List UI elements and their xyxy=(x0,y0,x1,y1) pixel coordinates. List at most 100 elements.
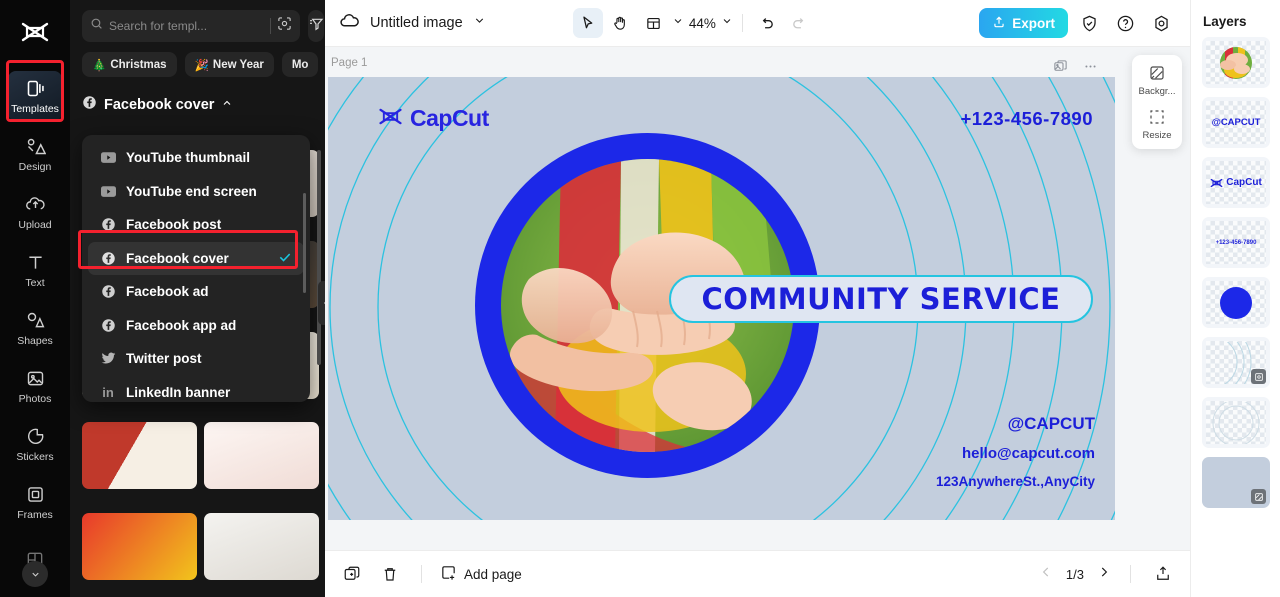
sidebar-item-design[interactable]: Design xyxy=(8,129,62,179)
settings-button[interactable] xyxy=(1146,8,1176,38)
design-handle[interactable]: @CAPCUT xyxy=(936,415,1095,432)
shield-check-icon xyxy=(1082,15,1096,31)
frames-icon xyxy=(24,484,46,506)
background-icon xyxy=(1147,63,1167,83)
zoom-level: 44% xyxy=(688,15,716,31)
design-icon xyxy=(24,136,46,158)
sidebar-item-photos[interactable]: Photos xyxy=(8,361,62,411)
template-thumbnail[interactable] xyxy=(82,513,197,581)
shield-button[interactable] xyxy=(1074,8,1104,38)
sidebar-item-frames[interactable]: Frames xyxy=(8,477,62,527)
sidebar-item-upload[interactable]: Upload xyxy=(8,187,62,237)
dropdown-item-twitter-post[interactable]: Twitter post xyxy=(88,342,304,376)
chevron-left-icon xyxy=(323,301,325,305)
canvas-area[interactable]: Page 1 Backgr... Resize CapCut +123-456-… xyxy=(325,47,1190,550)
template-thumbnail[interactable] xyxy=(204,422,319,490)
cloud-save-icon[interactable] xyxy=(339,10,360,36)
design-address[interactable]: 123AnywhereSt.,AnyCity xyxy=(936,475,1095,489)
check-icon xyxy=(278,250,292,267)
bottom-divider xyxy=(421,565,422,583)
hand-tool-button[interactable] xyxy=(606,8,636,38)
layout-tool-button[interactable] xyxy=(639,8,669,38)
image-search-icon[interactable] xyxy=(277,16,292,36)
title-chevron-down-icon[interactable] xyxy=(473,14,486,32)
sidebar-item-stickers[interactable]: Stickers xyxy=(8,419,62,469)
layers-list[interactable]: @CAPCUT CapCut +123-456-7890 xyxy=(1191,37,1280,597)
help-button[interactable] xyxy=(1110,8,1140,38)
duplicate-page-icon[interactable] xyxy=(1048,55,1072,77)
sidebar-item-text[interactable]: Text xyxy=(8,245,62,295)
layer-item-phone-text[interactable]: +123-456-7890 xyxy=(1202,217,1270,268)
category-header[interactable]: Facebook cover xyxy=(70,85,325,120)
design-title-banner[interactable]: COMMUNITY SERVICE xyxy=(669,275,1093,323)
next-page-button[interactable] xyxy=(1097,565,1111,583)
chip-christmas[interactable]: 🎄 Christmas xyxy=(82,52,177,77)
sidebar-item-label: Text xyxy=(25,276,45,289)
filter-icon xyxy=(308,16,324,37)
layout-chevron-down-icon[interactable] xyxy=(672,14,684,32)
filter-button[interactable] xyxy=(308,10,324,42)
dropdown-item-youtube-end-screen[interactable]: YouTube end screen xyxy=(88,175,304,209)
photos-icon xyxy=(24,368,46,390)
background-tool-button[interactable]: Backgr... xyxy=(1139,63,1175,97)
resize-tool-button[interactable]: Resize xyxy=(1142,107,1172,141)
search-input[interactable] xyxy=(109,19,264,33)
more-options-icon[interactable] xyxy=(1078,55,1102,77)
prev-page-button[interactable] xyxy=(1039,565,1053,583)
undo-button[interactable] xyxy=(752,8,782,38)
rail-divider xyxy=(24,62,46,63)
toolbar-divider xyxy=(741,14,743,32)
template-thumbnail[interactable] xyxy=(204,513,319,581)
add-page-button[interactable]: Add page xyxy=(440,564,522,584)
dropdown-item-linkedin-banner[interactable]: in LinkedIn banner xyxy=(88,376,304,403)
capcut-logo-icon[interactable] xyxy=(0,12,70,52)
sidebar-item-label: Photos xyxy=(18,392,52,405)
dropdown-item-facebook-ad[interactable]: Facebook ad xyxy=(88,275,304,309)
export-pages-icon xyxy=(1157,566,1169,580)
duplicate-button[interactable] xyxy=(339,561,365,587)
dropdown-item-facebook-post[interactable]: Facebook post xyxy=(88,208,304,242)
select-tool-button[interactable] xyxy=(572,8,603,38)
dropdown-item-youtube-thumbnail[interactable]: YouTube thumbnail xyxy=(88,141,304,175)
panel-collapse-button[interactable] xyxy=(318,281,325,325)
document-title[interactable]: Untitled image xyxy=(370,15,463,31)
layer-item-arcs-2[interactable] xyxy=(1202,397,1270,448)
category-dropdown: YouTube thumbnail YouTube end screen Fac… xyxy=(82,135,310,402)
export-button[interactable]: Export xyxy=(979,8,1068,38)
dropdown-item-facebook-cover[interactable]: Facebook cover xyxy=(88,241,304,275)
layer-item-photo[interactable] xyxy=(1202,37,1270,88)
chip-more[interactable]: Mo xyxy=(281,52,319,77)
dropdown-scrollbar[interactable] xyxy=(303,193,306,293)
layer-item-arcs-1[interactable] xyxy=(1202,337,1270,388)
layers-panel: Layers @CAPCUT CapCut +123-456-7890 xyxy=(1190,0,1280,597)
rail-expand-button[interactable] xyxy=(22,561,48,587)
zoom-chevron-down-icon[interactable] xyxy=(721,14,733,32)
top-right-actions: Export xyxy=(979,8,1176,38)
facebook-icon xyxy=(100,284,116,300)
design-email[interactable]: hello@capcut.com xyxy=(936,446,1095,461)
delete-button[interactable] xyxy=(377,561,403,587)
panel-scrollbar[interactable] xyxy=(317,150,321,365)
trash-icon xyxy=(384,568,396,581)
layer-item-handle-text[interactable]: @CAPCUT xyxy=(1202,97,1270,148)
layer-item-background[interactable] xyxy=(1202,457,1270,508)
search-input-wrapper[interactable] xyxy=(82,10,300,42)
templates-panel: 🎄 Christmas 🎉 New Year Mo Facebook cover xyxy=(70,0,325,597)
dropdown-item-facebook-app-ad[interactable]: Facebook app ad xyxy=(88,309,304,343)
layout-icon xyxy=(647,17,661,29)
sidebar-item-templates[interactable]: Templates xyxy=(8,71,62,121)
layer-item-capcut-logo[interactable]: CapCut xyxy=(1202,157,1270,208)
layer-label: +123-456-7890 xyxy=(1215,239,1257,246)
layer-label: @CAPCUT xyxy=(1211,117,1261,128)
capcut-brand-logo[interactable]: CapCut xyxy=(378,105,489,132)
export-pages-button[interactable] xyxy=(1150,561,1176,587)
sidebar-item-label: Templates xyxy=(11,102,59,115)
templates-icon xyxy=(24,78,46,100)
redo-button[interactable] xyxy=(785,8,815,38)
sidebar-item-shapes[interactable]: Shapes xyxy=(8,303,62,353)
template-thumbnail[interactable] xyxy=(82,422,197,490)
chip-new-year[interactable]: 🎉 New Year xyxy=(184,52,274,77)
layer-item-blue-circle[interactable] xyxy=(1202,277,1270,328)
artboard[interactable]: CapCut +123-456-7890 COMMUNITY SERVICE @… xyxy=(328,77,1115,520)
design-phone-number[interactable]: +123-456-7890 xyxy=(960,108,1093,130)
